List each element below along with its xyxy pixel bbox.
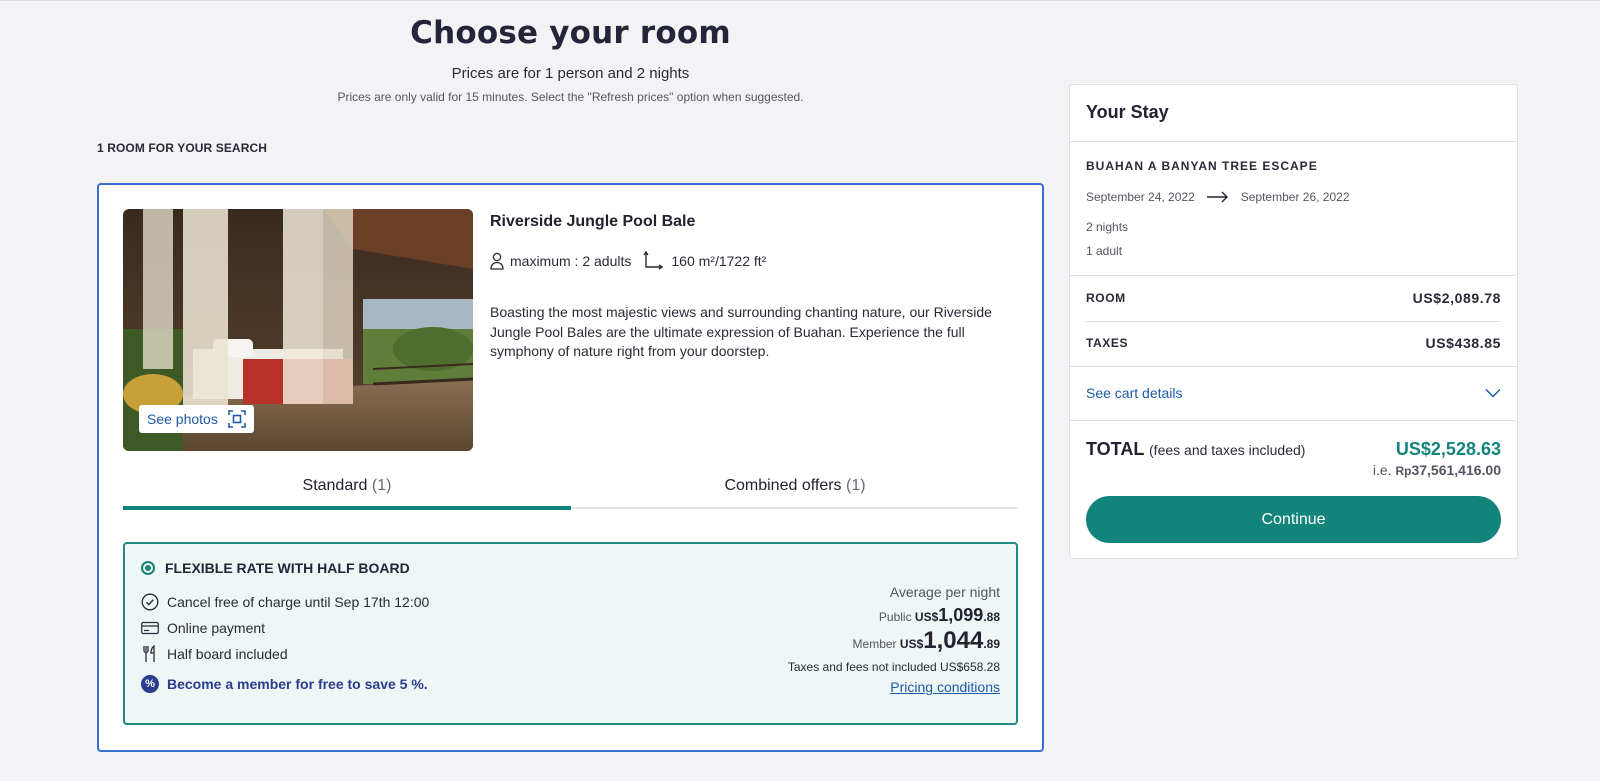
tab-combined-count: (1) <box>846 477 866 494</box>
taxes-line-value: US$438.85 <box>1425 335 1501 351</box>
rate-title: FLEXIBLE RATE WITH HALF BOARD <box>165 560 410 576</box>
room-area: 160 m²/1722 ft² <box>671 253 767 269</box>
taxes-line: TAXES US$438.85 <box>1086 335 1501 351</box>
total-label-group: TOTAL (fees and taxes included) <box>1086 439 1305 460</box>
local-value: 37,561,416.00 <box>1411 462 1501 478</box>
room-capacity: maximum : 2 adults <box>510 253 632 269</box>
room-line-value: US$2,089.78 <box>1412 290 1501 306</box>
stay-nights: 2 nights <box>1086 220 1129 234</box>
public-price-label: Public <box>878 610 912 624</box>
rate-option[interactable]: FLEXIBLE RATE WITH HALF BOARD Cancel fre… <box>123 542 1018 725</box>
check-circle-icon <box>141 593 159 611</box>
price-column: Average per night Public US$1,099.88 Mem… <box>788 584 1000 697</box>
price-validity-notice: Prices are only valid for 15 minutes. Se… <box>337 90 804 104</box>
stay-dates: September 24, 2022 September 26, 2022 <box>1086 190 1350 204</box>
room-name: Riverside Jungle Pool Bale <box>490 213 696 230</box>
cutlery-icon <box>143 645 155 662</box>
check-in-date: September 24, 2022 <box>1086 190 1195 204</box>
credit-card-icon <box>141 621 159 635</box>
divider <box>1070 420 1517 421</box>
room-line-label: ROOM <box>1086 291 1126 305</box>
divider <box>1086 321 1501 322</box>
feature-cancellation-text: Cancel free of charge until Sep 17th 12:… <box>167 594 430 610</box>
local-prefix: i.e. <box>1372 462 1392 478</box>
see-photos-button[interactable]: See photos <box>139 405 254 433</box>
room-photo[interactable]: See photos <box>123 209 473 451</box>
gallery-icon <box>228 410 246 428</box>
divider <box>1070 366 1517 367</box>
see-photos-label: See photos <box>147 411 218 427</box>
room-meta: maximum : 2 adults 160 m²/1722 ft² <box>490 251 766 271</box>
member-promo-link[interactable]: % Become a member for free to save 5 %. <box>141 675 428 693</box>
area-icon <box>643 251 664 270</box>
public-price-cents: .88 <box>983 610 1000 624</box>
page-title: Choose your room <box>410 15 731 51</box>
feature-half-board: Half board included <box>141 645 288 663</box>
feature-payment: Online payment <box>141 619 265 637</box>
feature-cancellation: Cancel free of charge until Sep 17th 12:… <box>141 593 429 611</box>
rate-title-row: FLEXIBLE RATE WITH HALF BOARD <box>141 560 410 576</box>
tab-standard-count: (1) <box>371 477 392 494</box>
stay-title: Your Stay <box>1070 85 1517 142</box>
total-included-note: (fees and taxes included) <box>1149 442 1306 458</box>
see-cart-details-label: See cart details <box>1086 385 1183 401</box>
stay-guests: 1 adult <box>1086 244 1123 258</box>
pricing-conditions-link[interactable]: Pricing conditions <box>890 679 1000 695</box>
hotel-name: BUAHAN A BANYAN TREE ESCAPE <box>1086 159 1318 173</box>
local-currency: Rp <box>1395 464 1412 478</box>
member-price-label: Member <box>852 637 897 651</box>
avg-per-night-label: Average per night <box>889 584 1000 600</box>
member-price-cents: .89 <box>983 637 1000 651</box>
room-description: Boasting the most majestic views and sur… <box>490 304 992 359</box>
member-price: Member US$1,044.89 <box>788 627 1000 655</box>
member-price-currency: US$ <box>899 637 924 651</box>
public-price-currency: US$ <box>914 610 939 624</box>
feature-payment-text: Online payment <box>167 620 266 636</box>
public-price: Public US$1,099.88 <box>788 605 1000 626</box>
continue-button[interactable]: Continue <box>1086 496 1501 543</box>
person-icon <box>490 252 504 270</box>
member-price-amount: 1,044 <box>923 627 984 654</box>
your-stay-panel: Your Stay BUAHAN A BANYAN TREE ESCAPE Se… <box>1069 84 1518 559</box>
divider <box>1070 275 1517 276</box>
results-count: 1 ROOM FOR YOUR SEARCH <box>97 141 267 155</box>
tab-standard-label: Standard <box>302 477 368 494</box>
see-cart-details-toggle[interactable]: See cart details <box>1086 385 1501 401</box>
local-currency-amount: i.e. Rp37,561,416.00 <box>1373 462 1501 478</box>
taxes-note: Taxes and fees not included US$658.28 <box>787 660 1000 674</box>
percent-icon: % <box>141 675 159 693</box>
member-promo-text: Become a member for free to save 5 %. <box>167 676 428 692</box>
arrow-right-icon <box>1206 191 1228 203</box>
taxes-line-label: TAXES <box>1086 336 1129 350</box>
tab-standard[interactable]: Standard (1) <box>123 475 571 510</box>
tab-combined-label: Combined offers <box>724 477 842 494</box>
check-out-date: September 26, 2022 <box>1240 190 1350 204</box>
total-row: TOTAL (fees and taxes included) US$2,528… <box>1086 439 1501 460</box>
tab-combined-offers[interactable]: Combined offers (1) <box>571 475 1019 509</box>
feature-half-board-text: Half board included <box>167 646 288 662</box>
room-line: ROOM US$2,089.78 <box>1086 290 1501 306</box>
page-subtitle: Prices are for 1 person and 2 nights <box>451 65 690 82</box>
chevron-down-icon <box>1485 388 1501 398</box>
room-card: See photos Riverside Jungle Pool Bale ma… <box>97 183 1044 752</box>
rate-radio[interactable] <box>141 561 155 575</box>
public-price-amount: 1,099 <box>938 605 984 625</box>
offer-tabs: Standard (1) Combined offers (1) <box>123 475 1019 510</box>
total-amount: US$2,528.63 <box>1395 439 1501 459</box>
total-label: TOTAL <box>1086 439 1144 459</box>
